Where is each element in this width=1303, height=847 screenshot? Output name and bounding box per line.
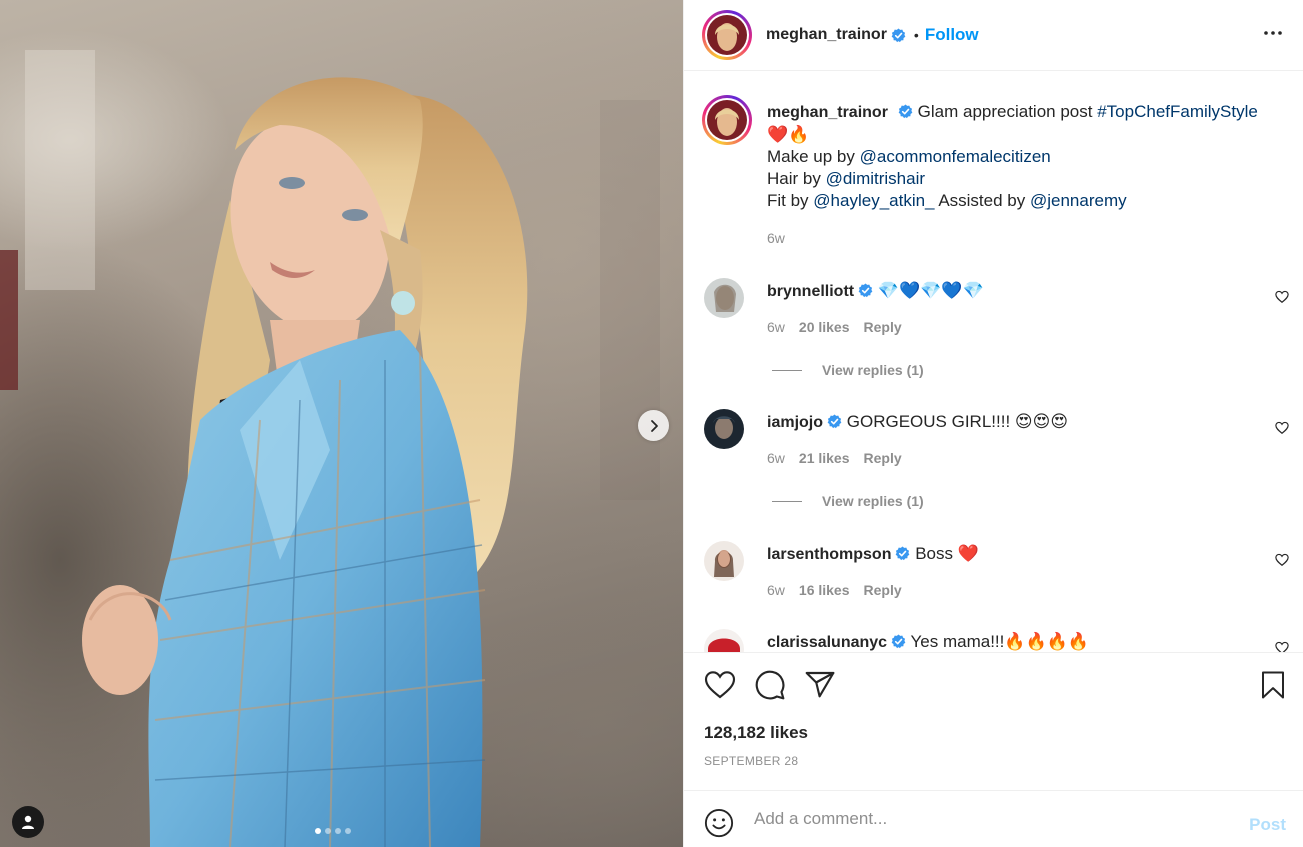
- carousel-dot: [335, 828, 341, 834]
- makeup-mention-link[interactable]: @acommonfemalecitizen: [860, 147, 1051, 166]
- reply-button[interactable]: Reply: [864, 450, 902, 466]
- commenter-username[interactable]: iamjojo: [767, 414, 823, 431]
- comment-text: clarissalunanyc Yes mama!!!🔥🔥🔥🔥: [767, 631, 1089, 652]
- carousel-dot: [325, 828, 331, 834]
- caption-timestamp[interactable]: 6w: [767, 230, 785, 246]
- view-replies-label: View replies (1): [822, 493, 924, 509]
- comment-body: Yes mama!!!🔥🔥🔥🔥: [910, 632, 1090, 651]
- comment-time[interactable]: 6w: [767, 319, 785, 335]
- hair-label: Hair by: [767, 169, 821, 188]
- add-comment-bar: Post: [684, 790, 1303, 847]
- post-photo[interactable]: [0, 0, 683, 847]
- verified-badge-icon: [891, 27, 906, 42]
- heart-icon[interactable]: [704, 669, 736, 701]
- view-replies-line: [772, 500, 802, 502]
- makeup-label: Make up by: [767, 147, 855, 166]
- post-actions: 128,182 likes SEPTEMBER 28: [684, 652, 1303, 790]
- carousel-indicator: [315, 828, 351, 834]
- user-icon: [22, 815, 34, 829]
- view-replies-line: [772, 369, 802, 371]
- comment-heart-icon[interactable]: [1275, 290, 1289, 304]
- hair-mention-link[interactable]: @dimitrishair: [826, 169, 925, 188]
- comment-meta: 6w 16 likes Reply: [767, 582, 902, 598]
- view-replies-button[interactable]: View replies (1): [772, 362, 924, 378]
- photo-subject: [0, 50, 660, 847]
- commenter-avatar[interactable]: [704, 278, 744, 318]
- reply-button[interactable]: Reply: [864, 582, 902, 598]
- caption-username[interactable]: meghan_trainor: [767, 104, 888, 121]
- post-details-panel: meghan_trainor • Follow meghan_trainor G…: [683, 0, 1303, 847]
- verified-badge-icon: [896, 546, 910, 561]
- tagged-users-button[interactable]: [12, 806, 44, 838]
- comment-meta: 6w 21 likes Reply: [767, 450, 902, 466]
- verified-badge-icon: [858, 283, 873, 298]
- post-comment-button[interactable]: Post: [1249, 815, 1286, 835]
- comment-input[interactable]: [754, 805, 1214, 833]
- comment-meta: 6w 20 likes Reply: [767, 319, 902, 335]
- author-username[interactable]: meghan_trainor: [766, 26, 887, 44]
- comment-body: Boss ❤️: [915, 544, 979, 563]
- commenter-username[interactable]: larsenthompson: [767, 546, 891, 563]
- commenter-avatar[interactable]: [704, 541, 744, 581]
- caption-text: meghan_trainor Glam appreciation post #T…: [767, 101, 1287, 212]
- comment-heart-icon[interactable]: [1275, 421, 1289, 435]
- carousel-dot-active: [315, 828, 321, 834]
- comment-icon[interactable]: [754, 669, 786, 701]
- comment-time[interactable]: 6w: [767, 582, 785, 598]
- fit-mention-link[interactable]: @hayley_atkin_: [813, 191, 934, 210]
- bookmark-icon[interactable]: [1258, 669, 1288, 701]
- author-avatar[interactable]: [702, 10, 752, 60]
- author-avatar-image: [707, 15, 747, 55]
- caption-avatar-image: [707, 100, 747, 140]
- caption-emojis: ❤️🔥: [767, 125, 810, 144]
- verified-badge-icon: [827, 414, 842, 429]
- comment-likes[interactable]: 16 likes: [799, 582, 850, 598]
- verified-badge-icon: [898, 104, 913, 119]
- commenter-avatar[interactable]: [704, 629, 744, 652]
- assisted-label: Assisted by: [938, 191, 1026, 210]
- carousel-dot: [345, 828, 351, 834]
- view-replies-button[interactable]: View replies (1): [772, 493, 924, 509]
- caption-text-prefix: Glam appreciation post: [917, 102, 1093, 121]
- smiley-icon[interactable]: [704, 808, 734, 838]
- comment-body: 💎💙💎💙💎: [877, 281, 984, 300]
- caption-avatar[interactable]: [702, 95, 752, 145]
- comment-text: iamjojo GORGEOUS GIRL!!!! 😍😍😍: [767, 411, 1068, 434]
- next-photo-button[interactable]: [638, 410, 669, 441]
- comment-heart-icon[interactable]: [1275, 641, 1289, 652]
- more-horizontal-icon[interactable]: [1263, 22, 1283, 42]
- comments-list[interactable]: meghan_trainor Glam appreciation post #T…: [684, 71, 1303, 652]
- comment-text: larsenthompson Boss ❤️: [767, 543, 979, 566]
- comment-body: GORGEOUS GIRL!!!! 😍😍😍: [846, 412, 1069, 431]
- comment-likes[interactable]: 20 likes: [799, 319, 850, 335]
- follow-button[interactable]: Follow: [925, 25, 979, 45]
- post-date[interactable]: SEPTEMBER 28: [704, 754, 798, 768]
- commenter-avatar[interactable]: [704, 409, 744, 449]
- caption-hashtag-link[interactable]: #TopChefFamilyStyle: [1097, 102, 1258, 121]
- commenter-username[interactable]: brynnelliott: [767, 283, 854, 300]
- comment-heart-icon[interactable]: [1275, 553, 1289, 567]
- comment-likes[interactable]: 21 likes: [799, 450, 850, 466]
- post-header: meghan_trainor • Follow: [684, 0, 1303, 71]
- reply-button[interactable]: Reply: [864, 319, 902, 335]
- view-replies-label: View replies (1): [822, 362, 924, 378]
- chevron-right-icon: [650, 419, 658, 432]
- assisted-mention-link[interactable]: @jennaremy: [1030, 191, 1127, 210]
- comment-time[interactable]: 6w: [767, 450, 785, 466]
- verified-badge-icon: [891, 634, 906, 649]
- header-separator: •: [913, 27, 919, 43]
- fit-label: Fit by: [767, 191, 809, 210]
- send-icon[interactable]: [804, 669, 836, 701]
- likes-count[interactable]: 128,182 likes: [704, 723, 808, 743]
- comment-text: brynnelliott 💎💙💎💙💎: [767, 280, 984, 303]
- commenter-username[interactable]: clarissalunanyc: [767, 634, 887, 651]
